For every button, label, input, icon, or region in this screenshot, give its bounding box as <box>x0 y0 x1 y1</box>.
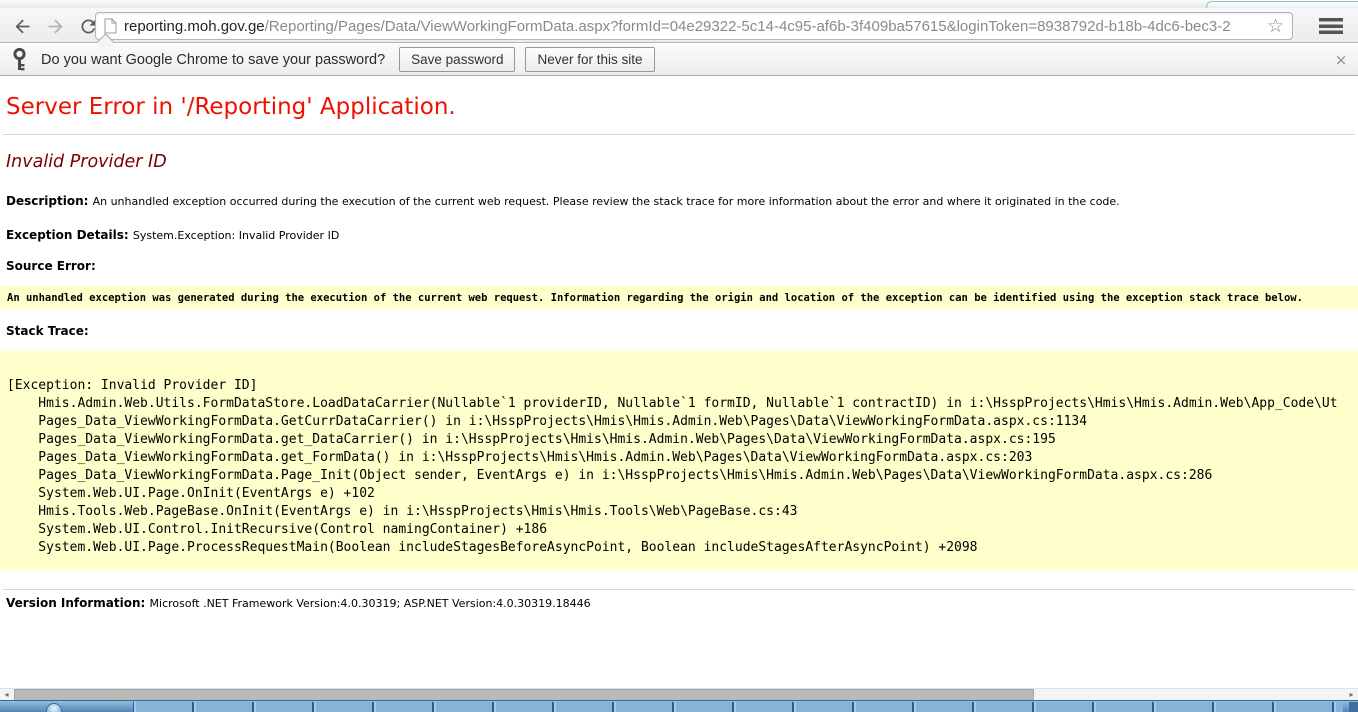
tab-remnant[interactable] <box>1206 1 1358 8</box>
divider <box>3 134 1355 135</box>
horizontal-scrollbar[interactable]: ◂ ▸ <box>0 688 1358 700</box>
save-password-button[interactable]: Save password <box>399 47 515 72</box>
url-text: reporting.moh.gov.ge/Reporting/Pages/Dat… <box>124 18 1263 35</box>
infobar-close-icon[interactable]: × <box>1332 51 1350 69</box>
forward-button[interactable] <box>41 12 69 40</box>
description-label: Description: <box>6 194 93 208</box>
url-path: /Reporting/Pages/Data/ViewWorkingFormDat… <box>265 18 1231 35</box>
back-button[interactable] <box>8 12 36 40</box>
source-error-line: Source Error: <box>6 260 1358 273</box>
stack-trace-box: [Exception: Invalid Provider ID] Hmis.Ad… <box>0 351 1358 571</box>
taskbar[interactable] <box>0 700 1358 712</box>
version-text: Microsoft .NET Framework Version:4.0.303… <box>150 597 591 610</box>
version-line: Version Information: Microsoft .NET Fram… <box>6 597 1358 610</box>
hamburger-icon <box>1319 18 1343 34</box>
error-subtitle: Invalid Provider ID <box>6 151 1358 174</box>
exception-text: System.Exception: Invalid Provider ID <box>133 229 339 242</box>
divider <box>3 589 1355 590</box>
infobar-message: Do you want Google Chrome to save your p… <box>41 52 385 68</box>
stack-trace-label: Stack Trace: <box>6 324 89 338</box>
never-for-site-button[interactable]: Never for this site <box>525 47 654 72</box>
exception-line: Exception Details: System.Exception: Inv… <box>6 229 1358 242</box>
forward-arrow-icon <box>45 16 66 37</box>
bookmark-star-icon[interactable]: ☆ <box>1267 17 1284 36</box>
browser-toolbar: reporting.moh.gov.ge/Reporting/Pages/Dat… <box>0 8 1358 43</box>
error-page-content: Server Error in '/Reporting' Application… <box>0 76 1358 688</box>
key-icon <box>12 48 27 72</box>
source-error-label: Source Error: <box>6 259 96 273</box>
error-title: Server Error in '/Reporting' Application… <box>6 93 1358 122</box>
start-orb-icon[interactable] <box>46 703 62 712</box>
source-error-box: An unhandled exception was generated dur… <box>0 286 1358 309</box>
exception-label: Exception Details: <box>6 228 133 242</box>
version-label: Version Information: <box>6 596 150 610</box>
tab-strip <box>0 0 1358 8</box>
chrome-menu-button[interactable] <box>1318 17 1344 35</box>
description-line: Description: An unhandled exception occu… <box>6 195 1358 208</box>
description-text: An unhandled exception occurred during t… <box>93 195 1120 208</box>
stack-trace-line: Stack Trace: <box>6 325 1358 338</box>
url-domain: reporting.moh.gov.ge <box>124 18 265 35</box>
taskbar-tray-edge <box>1349 702 1358 712</box>
page-icon[interactable] <box>104 18 117 34</box>
save-password-infobar: Do you want Google Chrome to save your p… <box>0 44 1358 76</box>
taskbar-buttons[interactable] <box>133 702 1343 712</box>
back-arrow-icon <box>12 16 33 37</box>
stack-trace-text: [Exception: Invalid Provider ID] Hmis.Ad… <box>7 377 1358 557</box>
browser-window: reporting.moh.gov.ge/Reporting/Pages/Dat… <box>0 0 1358 712</box>
address-bar[interactable]: reporting.moh.gov.ge/Reporting/Pages/Dat… <box>95 12 1293 40</box>
